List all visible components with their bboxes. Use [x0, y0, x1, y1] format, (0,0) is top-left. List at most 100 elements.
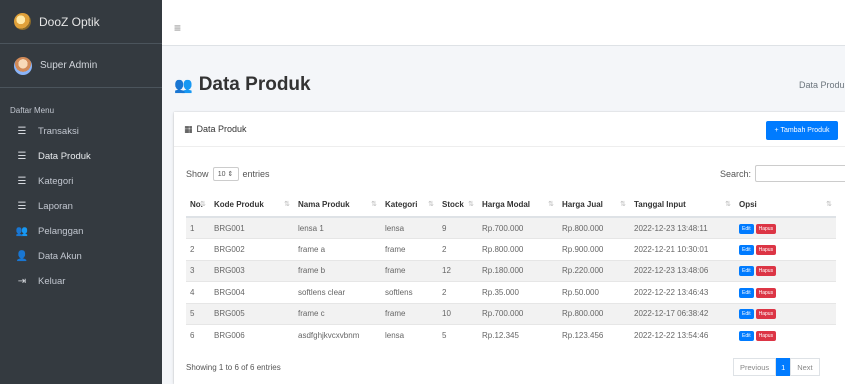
sidebar-item-label: Kategori [38, 176, 74, 187]
sidebar: DooZ Optik Super Admin Daftar Menu ☰ Tra… [0, 0, 162, 384]
table-cell: frame [381, 259, 438, 282]
table-cell: Rp.800.000 [558, 302, 630, 325]
column-header-nama[interactable]: Nama Produk ⇅ [294, 192, 381, 218]
table-cell: BRG004 [210, 281, 294, 303]
sidebar-item-keluar[interactable]: ⇥ Keluar [0, 269, 162, 294]
sidebar-item-label: Transaksi [38, 126, 79, 137]
brand-logo-icon [14, 13, 31, 30]
add-product-button[interactable]: + Tambah Produk [766, 121, 838, 140]
table-cell: Rp.180.000 [478, 259, 558, 282]
delete-button[interactable]: Hapus [755, 266, 777, 277]
sidebar-item-label: Data Akun [38, 251, 82, 262]
edit-button[interactable]: Edit [739, 309, 754, 320]
column-header-harga-modal[interactable]: Harga Modal ⇅ [478, 192, 558, 218]
row-actions: Edit Hapus [735, 238, 836, 260]
table-cell: frame [381, 238, 438, 260]
search-input[interactable] [755, 165, 845, 182]
users-icon: 👥 [174, 77, 193, 94]
edit-button[interactable]: Edit [739, 331, 754, 341]
row-actions: Edit Hapus [735, 259, 836, 282]
column-header-kategori[interactable]: Kategori ⇅ [381, 192, 438, 218]
delete-button[interactable]: Hapus [755, 309, 777, 320]
sidebar-item-data-produk[interactable]: ☰ Data Produk [0, 144, 162, 169]
sidebar-item-data-akun[interactable]: 👤 Data Akun [0, 244, 162, 269]
sidebar-item-transaksi[interactable]: ☰ Transaksi [0, 119, 162, 144]
pagination-next[interactable]: Next [790, 358, 820, 376]
table-cell: Rp.35.000 [478, 281, 558, 303]
search-control: Search: [720, 165, 845, 182]
list-icon: ☰ [17, 176, 27, 187]
page-title-text: Data Produk [198, 74, 311, 95]
table-cell: lensa [381, 216, 438, 239]
table-row: 3 BRG003 frame b frame 12 Rp.180.000 Rp.220.00… [186, 259, 836, 282]
user-accounts-icon: 👤 [15, 251, 29, 262]
row-actions: Edit Hapus [735, 302, 836, 325]
brand-link[interactable]: DooZ Optik [0, 0, 162, 44]
table-cell: 12 [438, 259, 478, 282]
user-panel[interactable]: Super Admin [0, 44, 162, 88]
card-header: ▦ Data Produk + Tambah Produk [174, 112, 845, 147]
column-header-harga-jual[interactable]: Harga Jual ⇅ [558, 192, 630, 218]
table-row: 4 BRG004 softlens clear softlens 2 Rp.35.000 R… [186, 281, 836, 303]
delete-button[interactable]: Hapus [755, 331, 777, 341]
product-table: No. ⇅ Kode Produk ⇅ Nama Produk ⇅ Kategori ⇅… [186, 192, 836, 346]
chevron-updown-icon: ⇕ [227, 171, 234, 178]
table-cell: Rp.700.000 [478, 302, 558, 325]
show-label: Show [186, 169, 209, 179]
edit-button[interactable]: Edit [739, 223, 754, 234]
entries-control: Show 10 ⇕ entries [186, 167, 270, 181]
sidebar-item-pelanggan[interactable]: 👥 Pelanggan [0, 219, 162, 244]
pagination-previous[interactable]: Previous [733, 358, 777, 376]
column-header-tanggal[interactable]: Tanggal Input ⇅ [630, 192, 735, 218]
table-cell: BRG002 [210, 238, 294, 260]
table-cell: 5 [186, 302, 210, 325]
menu-header: Daftar Menu [10, 106, 55, 115]
brand-name: DooZ Optik [39, 14, 100, 29]
list-icon: ☰ [17, 151, 27, 162]
table-cell: asdfghjkvcxvbnm [294, 324, 381, 346]
edit-button[interactable]: Edit [739, 287, 754, 298]
table-cell: softlens clear [294, 281, 381, 303]
table-row: 2 BRG002 frame a frame 2 Rp.800.000 Rp.900.000… [186, 238, 836, 260]
table-cell: 2022-12-22 13:46:43 [630, 281, 735, 303]
breadcrumb[interactable]: Data Produk [799, 80, 845, 90]
column-header-opsi[interactable]: Opsi ⇅ [735, 192, 836, 218]
pagination-page-1[interactable]: 1 [776, 358, 791, 376]
entries-select[interactable]: 10 ⇕ [212, 167, 239, 181]
table-cell: frame c [294, 302, 381, 325]
list-icon: ☰ [17, 201, 27, 212]
table-cell: 2022-12-17 06:38:42 [630, 302, 735, 325]
table-cell: 4 [186, 281, 210, 303]
edit-button[interactable]: Edit [739, 244, 754, 255]
table-cell: 5 [438, 324, 478, 346]
sidebar-item-label: Keluar [38, 276, 66, 287]
delete-button[interactable]: Hapus [755, 287, 777, 298]
menu-toggle-icon[interactable]: ≡ [174, 22, 181, 34]
table-cell: 2022-12-23 13:48:11 [630, 216, 735, 239]
column-header-stock[interactable]: Stock ⇅ [438, 192, 478, 218]
table-cell: 2022-12-23 13:48:06 [630, 259, 735, 282]
table-cell: lensa 1 [294, 216, 381, 239]
sort-icon: ⇅ [725, 201, 731, 208]
delete-button[interactable]: Hapus [755, 223, 777, 234]
row-actions: Edit Hapus [735, 281, 836, 303]
sign-out-icon: ⇥ [17, 276, 27, 287]
sidebar-item-kategori[interactable]: ☰ Kategori [0, 169, 162, 194]
sort-icon: ⇅ [284, 201, 290, 208]
sort-icon: ⇅ [826, 201, 832, 208]
sidebar-item-laporan[interactable]: ☰ Laporan [0, 194, 162, 219]
table-cell: 2022-12-22 13:54:46 [630, 324, 735, 346]
sort-icon: ⇅ [200, 201, 206, 208]
table-cell: 10 [438, 302, 478, 325]
table-row: 5 BRG005 frame c frame 10 Rp.700.000 Rp.800.00… [186, 302, 836, 325]
column-header-no[interactable]: No. ⇅ [186, 192, 210, 218]
table-cell: 2 [438, 238, 478, 260]
table-cell: Rp.123.456 [558, 324, 630, 346]
table-cell: frame a [294, 238, 381, 260]
table-cell: 1 [186, 216, 210, 239]
edit-button[interactable]: Edit [739, 266, 754, 277]
column-header-kode[interactable]: Kode Produk ⇅ [210, 192, 294, 218]
delete-button[interactable]: Hapus [755, 244, 777, 255]
table-header-row: No. ⇅ Kode Produk ⇅ Nama Produk ⇅ Kategori ⇅… [186, 192, 836, 218]
table-cell: BRG003 [210, 259, 294, 282]
